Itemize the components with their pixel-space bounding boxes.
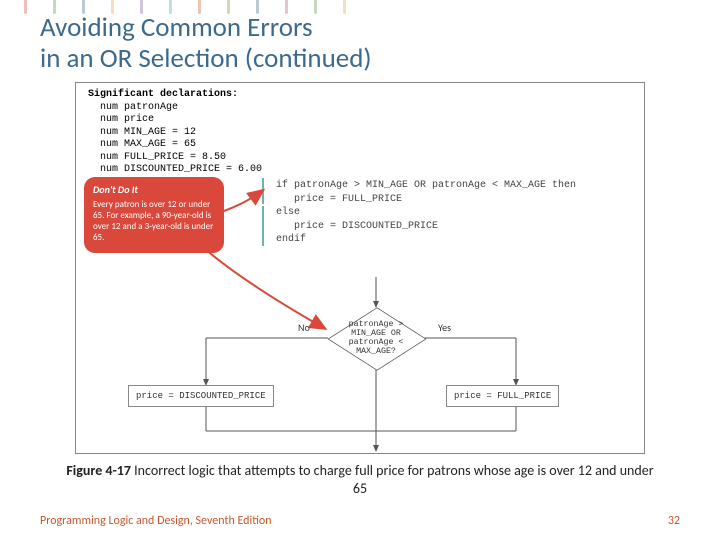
decision-diamond: patronAge > MIN_AGE OR patronAge < MAX_A… [328, 307, 424, 369]
decl-line: num MIN_AGE = 12 [100, 127, 196, 138]
process-box-discounted: price = DISCOUNTED_PRICE [128, 385, 274, 407]
decl-line: num price [100, 114, 154, 125]
branch-label-yes: Yes [438, 321, 451, 334]
decision-text: patronAge > MIN_AGE OR patronAge < MAX_A… [328, 320, 424, 357]
declarations-heading: Significant declarations: [88, 89, 238, 100]
code-line: endif [276, 234, 306, 245]
page-number: 32 [668, 514, 680, 528]
pseudocode-block: if patronAge > MIN_AGE OR patronAge < MA… [276, 179, 576, 247]
page-title: Avoiding Common Errors in an OR Selectio… [40, 12, 680, 74]
decl-line: num DISCOUNTED_PRICE = 6.00 [100, 164, 262, 175]
decorative-stripes [0, 0, 720, 8]
branch-label-no: No [298, 321, 310, 334]
code-line: price = FULL_PRICE [276, 194, 402, 205]
declarations-block: Significant declarations: num patronAge … [88, 89, 262, 177]
caption-text: Incorrect logic that attempts to charge … [131, 462, 654, 497]
code-bracket-bottom [262, 206, 264, 246]
figure-caption: Figure 4-17 Incorrect logic that attempt… [40, 462, 680, 497]
footer-text: Programming Logic and Design, Seventh Ed… [40, 514, 272, 528]
code-line: if patronAge > MIN_AGE OR patronAge < MA… [276, 180, 576, 191]
diamond-line: MAX_AGE? [356, 347, 396, 356]
warning-callout: Don't Do It Every patron is over 12 or u… [84, 177, 224, 253]
title-line-1: Avoiding Common Errors [40, 11, 313, 44]
title-line-2: in an OR Selection (continued) [40, 42, 372, 75]
diamond-line: patronAge < [349, 338, 404, 347]
code-bracket-top [262, 178, 264, 204]
warning-heading: Don't Do It [93, 184, 215, 197]
warning-body: Every patron is over 12 or under 65. For… [93, 199, 213, 244]
caption-figure-number: Figure 4-17 [66, 462, 131, 479]
code-line: else [276, 207, 300, 218]
decl-line: num patronAge [100, 102, 178, 113]
decl-line: num MAX_AGE = 65 [100, 139, 196, 150]
code-line: price = DISCOUNTED_PRICE [276, 221, 438, 232]
diamond-line: MIN_AGE OR [351, 329, 401, 338]
decl-line: num FULL_PRICE = 8.50 [100, 152, 226, 163]
figure-container: Significant declarations: num patronAge … [75, 82, 645, 454]
process-box-full: price = FULL_PRICE [446, 385, 559, 407]
diamond-line: patronAge > [349, 320, 404, 329]
